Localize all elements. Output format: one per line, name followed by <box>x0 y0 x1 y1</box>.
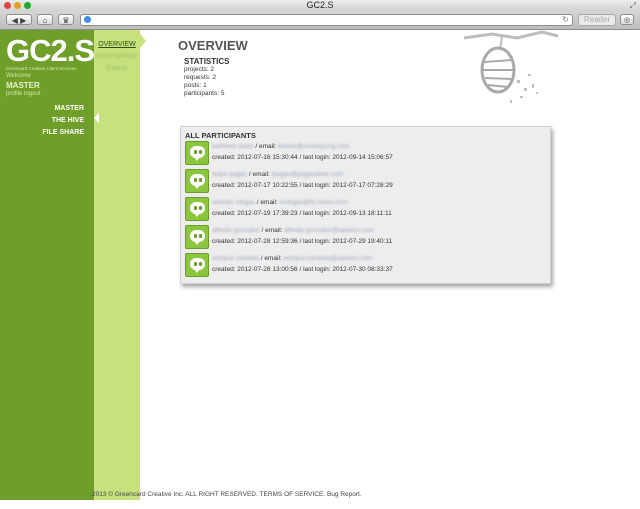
statistics-heading: STATISTICS <box>184 57 230 66</box>
participant-name[interactable]: kathleen davis <box>212 143 254 150</box>
zoom-window-button[interactable] <box>24 2 31 9</box>
address-bar[interactable]: ↻ <box>80 14 573 26</box>
page-title: OVERVIEW <box>178 38 248 53</box>
stat-participants: participants: 5 <box>184 90 225 97</box>
footer-copyright: 2013 © Greencard Creative Inc. ALL RIGHT… <box>92 491 258 498</box>
stat-projects: projects: 2 <box>184 66 214 73</box>
hive-illustration <box>463 30 559 103</box>
participant-row: alfredo gonzalez / email: alfredo.gonzal… <box>185 225 545 251</box>
window-title: GC2.S <box>306 0 334 10</box>
participant-row: orlando vargas / email: ovargas@fix.move… <box>185 197 545 223</box>
subnav-clients[interactable]: Clients <box>96 65 138 72</box>
logout-link[interactable]: logout <box>24 91 40 97</box>
participant-name[interactable]: felipe pages <box>212 171 247 178</box>
bookmarks-icon[interactable]: ♛ <box>58 14 74 25</box>
stat-requests: requests: 2 <box>184 74 217 81</box>
participant-name[interactable]: orlando vargas <box>212 199 255 206</box>
participant-email[interactable]: kdavis@creamyung.com <box>278 143 349 150</box>
email-separator: / email: <box>253 143 279 150</box>
participant-email[interactable]: alfredo.gonzalez@aaseco.com <box>284 227 373 234</box>
stat-posts: posts: 1 <box>184 82 207 89</box>
nav-the-hive[interactable]: THE HIVE <box>52 117 84 124</box>
browser-toolbar: ◀ ▶ ⌂ ♛ ↻ Reader ◎ <box>0 11 640 30</box>
avatar-icon <box>185 225 209 249</box>
avatar-icon <box>185 197 209 221</box>
window-titlebar: GC2.S ⤢ <box>0 0 640 11</box>
user-name: MASTER <box>6 81 40 90</box>
participant-name[interactable]: enrique cordoba <box>212 255 259 262</box>
participant-email[interactable]: enrique.cordoba@aaseco.com <box>284 255 373 262</box>
profile-links: profile logout <box>6 91 40 97</box>
participant-row: felipe pages / email: fpages@pagesdesk.c… <box>185 169 545 195</box>
participant-row: enrique cordoba / email: enrique.cordoba… <box>185 253 545 279</box>
welcome-text: Welcome <box>6 73 31 79</box>
participant-details: created: 2012-07-28 12:59:36 / last logi… <box>212 238 393 245</box>
downloads-icon[interactable]: ◎ <box>620 14 634 25</box>
logo[interactable]: GC2.S <box>6 35 95 66</box>
sidebar: GC2.S Greencard Creative Client Services… <box>0 30 95 500</box>
email-separator: / email: <box>258 255 284 262</box>
email-separator: / email: <box>247 171 272 178</box>
bug-report-link[interactable]: Bug Report. <box>327 491 362 498</box>
participant-email[interactable]: fpages@pagesdesk.com <box>272 171 344 178</box>
back-forward-buttons[interactable]: ◀ ▶ <box>6 14 32 25</box>
email-separator: / email: <box>255 199 280 206</box>
avatar-icon <box>185 169 209 193</box>
avatar-icon <box>185 141 209 165</box>
nav-pointer <box>94 113 99 123</box>
subnav-overview[interactable]: OVERVIEW <box>96 41 138 48</box>
nav-file-share[interactable]: FILE SHARE <box>42 129 84 136</box>
profile-link[interactable]: profile <box>6 91 22 97</box>
footer: 2013 © Greencard Creative Inc. ALL RIGHT… <box>92 491 362 498</box>
home-button[interactable]: ⌂ <box>37 14 53 25</box>
fullscreen-icon[interactable]: ⤢ <box>630 0 636 11</box>
minimize-window-button[interactable] <box>14 2 21 9</box>
reload-icon[interactable]: ↻ <box>562 15 569 24</box>
participant-details: created: 2012-07-16 15:30:44 / last logi… <box>212 154 393 161</box>
globe-icon <box>84 16 91 23</box>
participants-heading: ALL PARTICIPANTS <box>185 131 256 140</box>
participant-email[interactable]: ovargas@fix.move.com <box>280 199 348 206</box>
subnav-arrow <box>140 34 146 48</box>
participant-details: created: 2012-07-17 10:22:55 / last logi… <box>212 182 393 189</box>
participant-name[interactable]: alfredo gonzalez <box>212 227 260 234</box>
logo-tagline: Greencard Creative Client Services <box>6 66 77 71</box>
nav-active-arrow <box>86 117 91 125</box>
nav-master[interactable]: MASTER <box>54 105 84 112</box>
close-window-button[interactable] <box>4 2 11 9</box>
email-separator: / email: <box>259 227 285 234</box>
terms-link[interactable]: TERMS OF SERVICE. <box>260 491 326 498</box>
avatar-icon <box>185 253 209 277</box>
participant-details: created: 2012-07-28 13:00:56 / last logi… <box>212 266 393 273</box>
participant-row: kathleen davis / email: kdavis@creamyung… <box>185 141 545 167</box>
subnav-panel <box>94 30 140 500</box>
reader-button[interactable]: Reader <box>578 14 616 26</box>
participant-details: created: 2012-07-19 17:39:23 / last logi… <box>212 210 392 217</box>
subnav-externalflow[interactable]: ExternalFlow <box>96 53 138 60</box>
